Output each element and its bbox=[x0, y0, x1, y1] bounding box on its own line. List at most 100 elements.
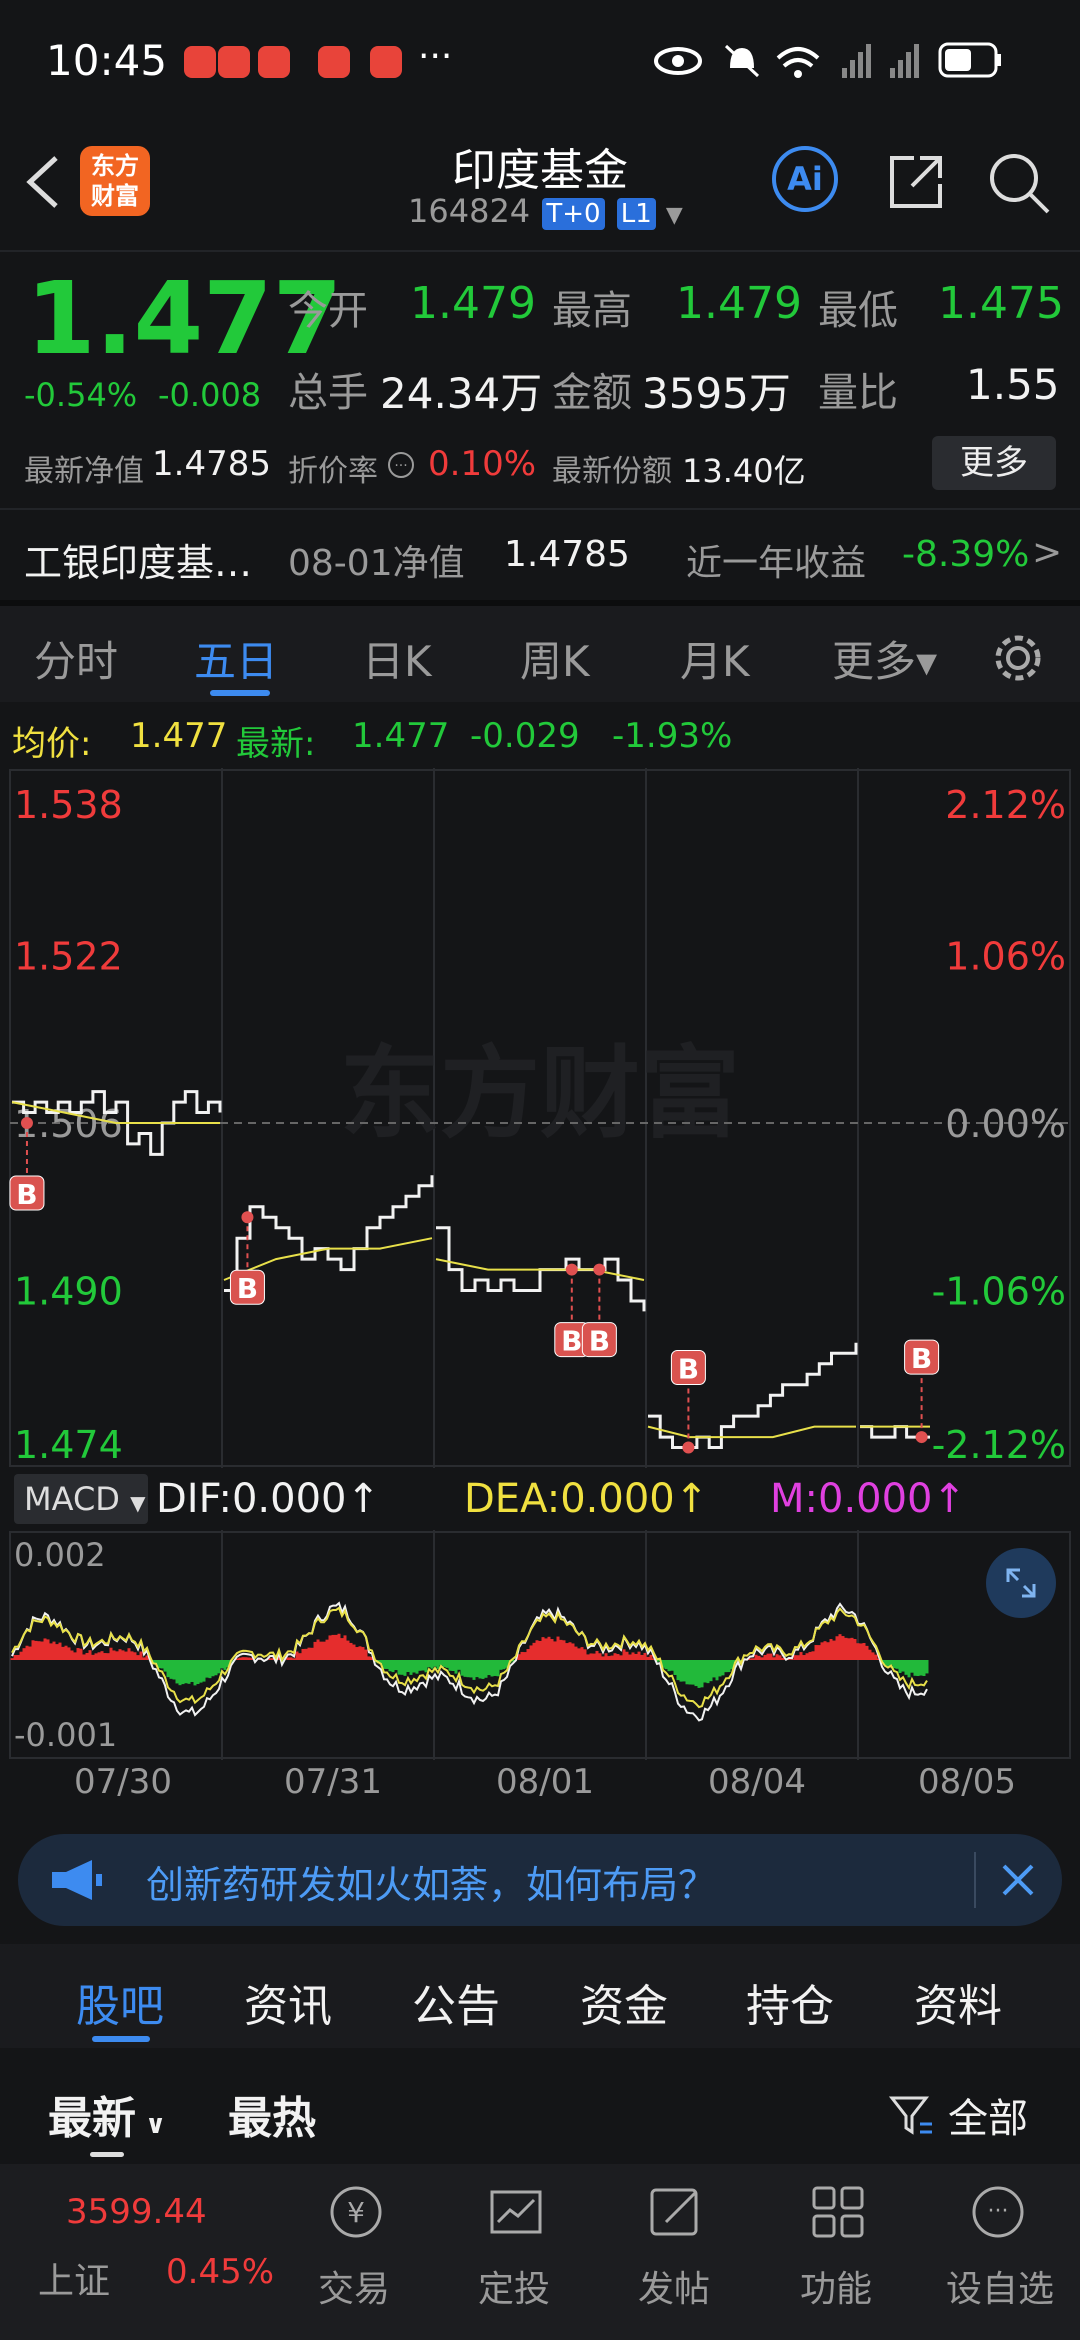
marker-dot bbox=[20, 1117, 33, 1129]
chart-tabs: 分时 五日 日K 周K 月K 更多▾ bbox=[0, 606, 1080, 702]
app-notification-icon bbox=[370, 46, 402, 78]
app-notification-icon bbox=[218, 46, 250, 78]
fund-info-row[interactable]: 工银印度基… 08-01净值 1.4785 近一年收益 -8.39% > bbox=[0, 510, 1080, 600]
five-day-chart[interactable]: 东方财富1.538 2.12%1.522 1.06%1.506 0.00%1.490-… bbox=[0, 768, 1080, 1468]
open-value: 1.479 bbox=[410, 278, 536, 329]
nav-invest-plan[interactable]: 定投 bbox=[478, 2260, 550, 2312]
promo-banner[interactable]: 创新药研发如火如荼，如何布局？ bbox=[18, 1834, 1062, 1926]
y-tick-left: 1.490 bbox=[14, 1270, 123, 1314]
filter-row: 最新 ∨ 最热 全部 bbox=[0, 2048, 1080, 2164]
svg-text:···: ··· bbox=[394, 458, 407, 474]
y-tick-right: 0.00% bbox=[945, 1102, 1066, 1146]
chevron-down-icon[interactable]: ▼ bbox=[666, 203, 683, 228]
sort-indicator bbox=[90, 2152, 124, 2157]
tab-five-day[interactable]: 五日 bbox=[194, 628, 278, 689]
nav-date-label: 08-01净值 bbox=[288, 543, 465, 584]
shares-value: 13.40亿 bbox=[682, 452, 806, 490]
megaphone-icon bbox=[52, 1860, 102, 1900]
svg-text:···: ··· bbox=[988, 2199, 1009, 2224]
share-icon[interactable] bbox=[884, 150, 948, 214]
gear-icon[interactable] bbox=[990, 630, 1046, 686]
nav-functions[interactable]: 功能 bbox=[800, 2260, 872, 2312]
nav-value: 1.4785 bbox=[152, 444, 271, 484]
macd-ymax: 0.002 bbox=[14, 1536, 106, 1574]
ai-button[interactable]: Ai bbox=[772, 146, 838, 212]
index-name[interactable]: 上证 bbox=[38, 2252, 110, 2304]
amount-value: 3595万 bbox=[642, 369, 791, 418]
app-notification-icon bbox=[258, 46, 290, 78]
buy-marker-label: B bbox=[678, 1353, 699, 1386]
tab-monthly-k[interactable]: 月K bbox=[680, 628, 750, 689]
search-icon[interactable] bbox=[986, 150, 1052, 216]
change-abs: -0.008 bbox=[158, 376, 262, 414]
amount-label: 金额 bbox=[552, 370, 632, 416]
nav-post[interactable]: 发帖 bbox=[638, 2260, 710, 2312]
expand-button[interactable] bbox=[986, 1548, 1056, 1618]
tab-weekly-k[interactable]: 周K bbox=[520, 628, 590, 689]
macd-dif: DIF:0.000↑ bbox=[156, 1476, 381, 1522]
buy-marker-label: B bbox=[561, 1325, 582, 1358]
banner-text: 创新药研发如火如荼，如何布局？ bbox=[146, 1863, 717, 1907]
tab-announcements[interactable]: 公告 bbox=[412, 1970, 500, 2034]
high-value: 1.479 bbox=[676, 278, 802, 329]
high-label: 最高 bbox=[552, 288, 632, 334]
ratio-label: 量比 bbox=[818, 370, 898, 416]
chart-info-row: 均价: 1.477 最新: 1.477 -0.029 -1.93% bbox=[0, 708, 1080, 764]
tab-capital[interactable]: 资金 bbox=[580, 1970, 668, 2034]
fund-code-row: 164824 T+0 L1 ▼ bbox=[408, 192, 683, 230]
tab-holdings[interactable]: 持仓 bbox=[746, 1970, 834, 2034]
header: 东方财富 印度基金 164824 T+0 L1 ▼ Ai bbox=[0, 120, 1080, 250]
y-tick-right: -2.12% bbox=[932, 1423, 1066, 1467]
section-tabs: 股吧 资讯 公告 资金 持仓 资料 bbox=[0, 1944, 1080, 2048]
latest-change: -0.029 bbox=[470, 716, 580, 756]
nav-add-watchlist[interactable]: 设自选 bbox=[946, 2260, 1054, 2312]
info-icon[interactable]: ··· bbox=[386, 450, 416, 480]
chevron-right-icon: > bbox=[1032, 532, 1063, 573]
close-icon[interactable] bbox=[998, 1860, 1038, 1900]
open-label: 今开 bbox=[288, 288, 368, 334]
x-tick: 08/05 bbox=[918, 1762, 1016, 1802]
tab-guba[interactable]: 股吧 bbox=[76, 1970, 164, 2034]
mute-bell-icon bbox=[724, 44, 760, 78]
marker-dot bbox=[241, 1211, 254, 1224]
nav-date-value: 1.4785 bbox=[504, 534, 630, 575]
signal-icon bbox=[890, 44, 919, 78]
eye-icon bbox=[654, 47, 702, 75]
latest-value: 1.477 bbox=[352, 716, 450, 756]
volume-value: 24.34万 bbox=[380, 369, 543, 418]
signal-icon bbox=[842, 44, 871, 78]
y-tick-right: -1.06% bbox=[932, 1270, 1066, 1314]
wifi-icon bbox=[776, 47, 820, 78]
discount-value: 0.10% bbox=[428, 444, 537, 484]
buy-marker-label: B bbox=[237, 1272, 258, 1305]
chevron-down-icon: ▼ bbox=[130, 1491, 146, 1515]
marker-dot bbox=[565, 1263, 578, 1276]
index-value[interactable]: 3599.44 bbox=[66, 2192, 207, 2232]
tab-daily-k[interactable]: 日K bbox=[362, 628, 432, 689]
change-pct: -0.54% bbox=[24, 376, 138, 414]
avg-label: 均价: bbox=[12, 724, 92, 764]
status-time: 10:45 bbox=[46, 36, 168, 85]
macd-selector[interactable]: MACD ▼ bbox=[14, 1474, 148, 1524]
svg-text:¥: ¥ bbox=[347, 2196, 365, 2229]
t0-tag: T+0 bbox=[542, 198, 605, 230]
tab-intraday[interactable]: 分时 bbox=[34, 628, 118, 689]
chevron-down-icon: ∨ bbox=[136, 2110, 167, 2140]
filter-icon[interactable] bbox=[888, 2092, 934, 2138]
x-axis: 07/30 07/31 08/01 08/04 08/05 bbox=[0, 1762, 1080, 1812]
battery-icon bbox=[938, 42, 1001, 78]
nav-trade[interactable]: 交易 bbox=[318, 2260, 390, 2312]
y-tick-right: 1.06% bbox=[945, 935, 1066, 979]
macd-chart[interactable] bbox=[0, 1530, 1080, 1760]
sort-latest[interactable]: 最新 ∨ bbox=[48, 2082, 166, 2146]
filter-all[interactable]: 全部 bbox=[948, 2086, 1028, 2144]
tab-more[interactable]: 更多▾ bbox=[832, 628, 937, 689]
tab-profile[interactable]: 资料 bbox=[914, 1970, 1002, 2034]
tab-news[interactable]: 资讯 bbox=[244, 1970, 332, 2034]
status-bar: 10:45 ··· bbox=[0, 0, 1080, 120]
buy-marker-label: B bbox=[911, 1342, 932, 1375]
sort-hot[interactable]: 最热 bbox=[228, 2082, 316, 2146]
expand-icon bbox=[1006, 1568, 1036, 1598]
more-button[interactable]: 更多 bbox=[932, 436, 1056, 490]
index-pct[interactable]: 0.45% bbox=[166, 2252, 274, 2292]
